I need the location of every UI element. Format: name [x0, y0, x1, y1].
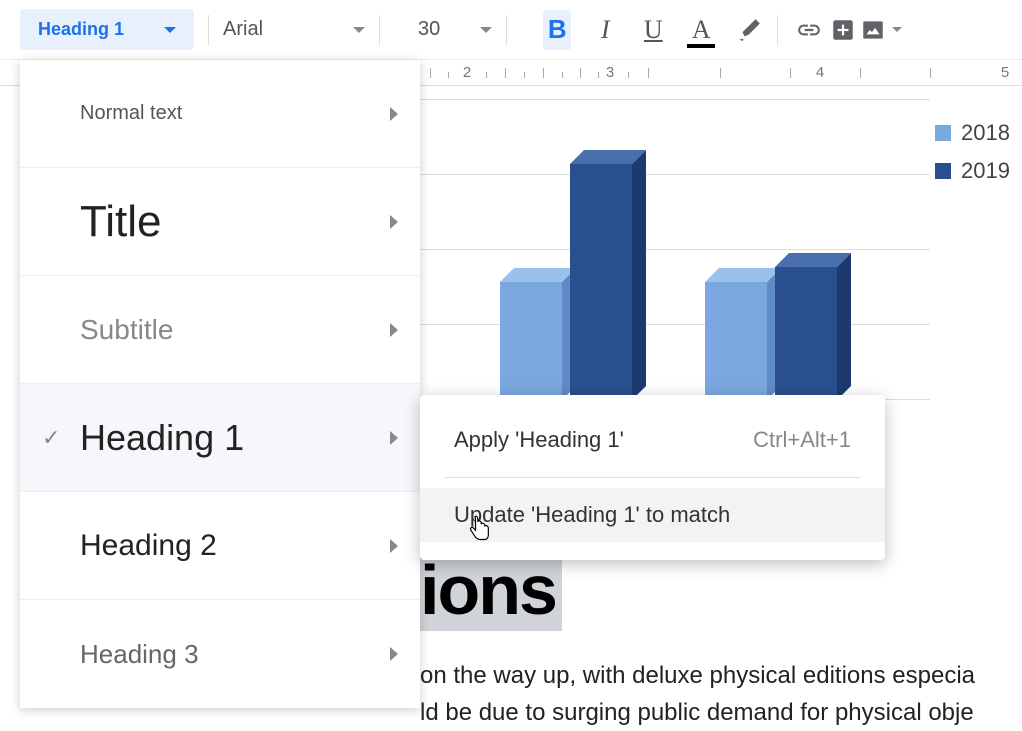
font-family-dropdown[interactable]: Arial: [223, 18, 365, 41]
legend-swatch: [935, 163, 951, 179]
chart-bar: [500, 268, 576, 400]
caret-down-icon: [480, 27, 492, 33]
bold-button[interactable]: B: [543, 10, 571, 50]
ruler-mark: 4: [816, 64, 824, 81]
chart-bar: [705, 268, 781, 400]
bar-chart: [420, 100, 930, 400]
heading-text-selected: ions: [420, 555, 562, 631]
toolbar: Heading 1 Arial 30 B I U A: [0, 0, 1022, 60]
link-icon: [796, 17, 822, 43]
style-item-label: Normal text: [80, 102, 390, 125]
paragraph-text: on the way up, with deluxe physical edit…: [420, 657, 975, 731]
comment-plus-icon: [830, 17, 856, 43]
legend-swatch: [935, 125, 951, 141]
update-heading-item[interactable]: Update 'Heading 1' to match: [420, 488, 885, 542]
highlighter-icon: [736, 17, 762, 43]
font-size-dropdown[interactable]: 30: [418, 18, 492, 41]
image-icon: [860, 17, 886, 43]
format-group: B I U A: [543, 10, 763, 50]
apply-heading-shortcut: Ctrl+Alt+1: [753, 427, 851, 453]
chevron-right-icon: [390, 323, 398, 337]
paragraph-style-label: Heading 1: [38, 19, 124, 40]
paragraph-style-dropdown[interactable]: Heading 1: [20, 9, 194, 50]
legend-item-2018: 2018: [935, 120, 1010, 146]
ruler-mark: 5: [1001, 64, 1009, 81]
style-item-label: Heading 3: [80, 639, 390, 670]
chevron-right-icon: [390, 215, 398, 229]
submenu-divider: [444, 477, 861, 478]
style-item-normal[interactable]: Normal text: [20, 60, 420, 168]
toolbar-divider: [208, 15, 209, 45]
style-item-label: Heading 1: [80, 417, 390, 459]
check-icon: ✓: [42, 425, 60, 451]
font-family-label: Arial: [223, 18, 263, 41]
style-item-label: Heading 2: [80, 529, 390, 563]
apply-heading-label: Apply 'Heading 1': [454, 427, 624, 453]
chevron-right-icon: [390, 647, 398, 661]
style-item-label: Title: [80, 197, 390, 247]
toolbar-divider: [777, 15, 778, 45]
toolbar-divider: [506, 15, 507, 45]
insert-image-button[interactable]: [860, 17, 902, 43]
legend-item-2019: 2019: [935, 158, 1010, 184]
style-item-h3[interactable]: Heading 3: [20, 600, 420, 708]
legend-label: 2019: [961, 158, 1010, 184]
style-item-label: Subtitle: [80, 314, 390, 346]
chart-bar: [570, 150, 646, 400]
chevron-right-icon: [390, 431, 398, 445]
chart-legend: 2018 2019: [935, 120, 1010, 196]
ruler-mark: 3: [606, 64, 614, 81]
chevron-right-icon: [390, 107, 398, 121]
style-item-h2[interactable]: Heading 2: [20, 492, 420, 600]
font-size-label: 30: [418, 18, 440, 41]
text-color-button[interactable]: A: [687, 10, 715, 50]
legend-label: 2018: [961, 120, 1010, 146]
chevron-right-icon: [390, 539, 398, 553]
caret-down-icon: [164, 27, 176, 33]
toolbar-divider: [379, 15, 380, 45]
underline-button[interactable]: U: [639, 10, 667, 50]
paragraph-style-menu: Normal text Title Subtitle ✓ Heading 1 Headin…: [20, 60, 420, 708]
style-item-h1[interactable]: ✓ Heading 1: [20, 384, 420, 492]
caret-down-icon: [353, 27, 365, 33]
insert-link-button[interactable]: [792, 13, 826, 47]
ruler-mark: 2: [463, 64, 471, 81]
chart-bar: [775, 253, 851, 400]
italic-button[interactable]: I: [591, 10, 619, 50]
caret-down-icon: [892, 27, 902, 32]
paragraph-style-submenu: Apply 'Heading 1' Ctrl+Alt+1 Update 'Hea…: [420, 395, 885, 560]
style-item-title[interactable]: Title: [20, 168, 420, 276]
document-body[interactable]: ions on the way up, with deluxe physical…: [420, 555, 975, 731]
style-item-subtitle[interactable]: Subtitle: [20, 276, 420, 384]
highlight-button[interactable]: [735, 10, 763, 50]
apply-heading-item[interactable]: Apply 'Heading 1' Ctrl+Alt+1: [420, 413, 885, 467]
add-comment-button[interactable]: [826, 13, 860, 47]
update-heading-label: Update 'Heading 1' to match: [454, 502, 730, 528]
